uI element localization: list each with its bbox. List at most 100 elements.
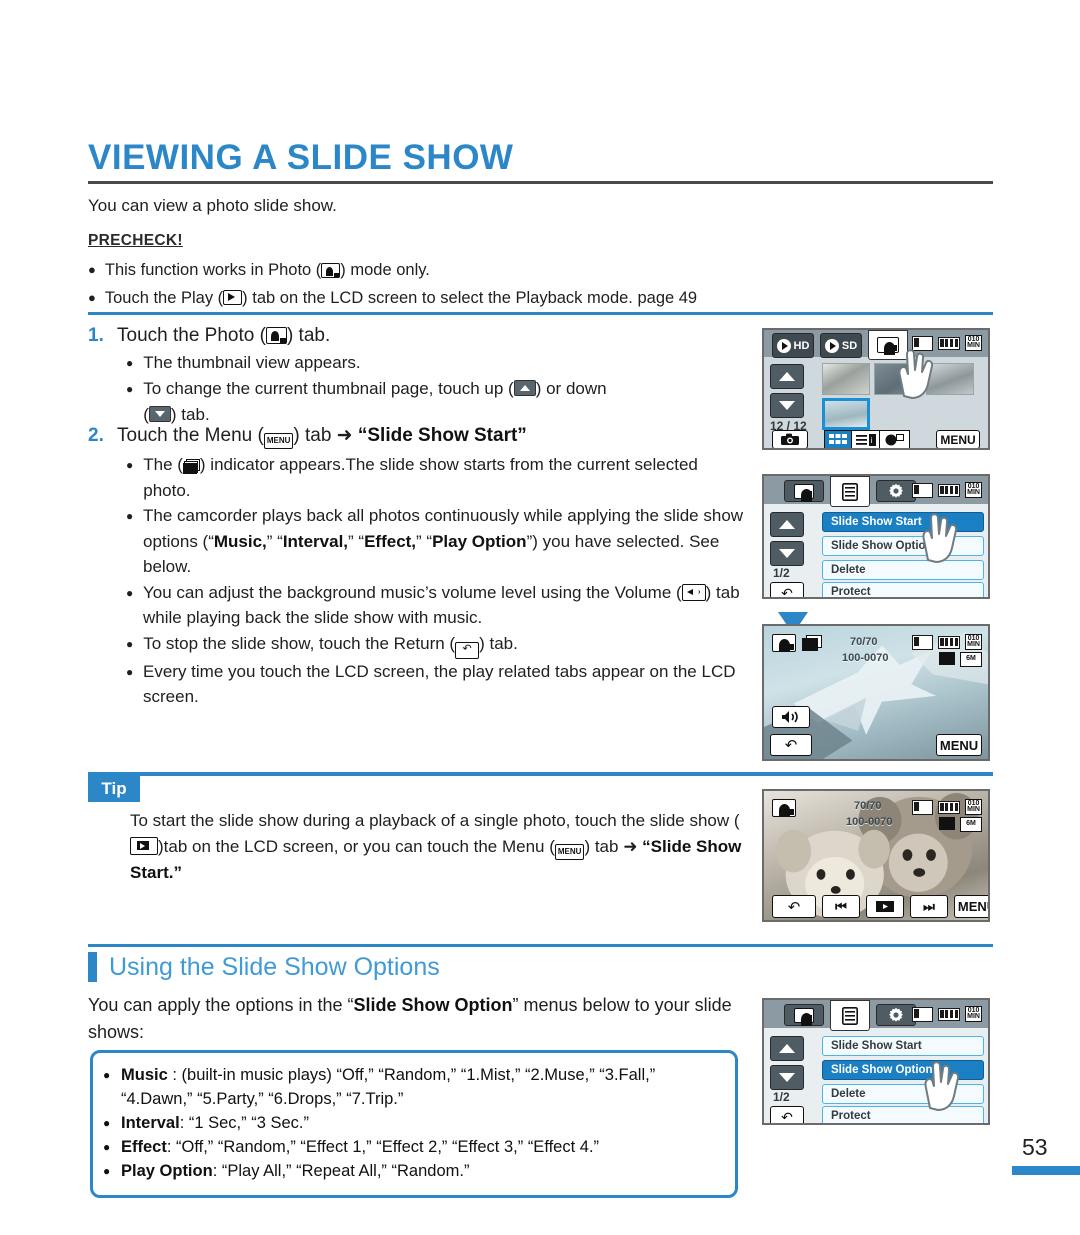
precheck-heading: PRECHECK!: [88, 232, 183, 249]
return-button[interactable]: ↶: [770, 734, 812, 756]
memory-card-icon: [912, 335, 934, 351]
thumbnail-photo-2[interactable]: [874, 363, 922, 395]
list-item: ● The () indicator appears.The slide sho…: [126, 452, 748, 503]
return-button[interactable]: ↶: [770, 1106, 804, 1123]
quality-icon: [939, 817, 955, 830]
screen2-status-icons: 010 MIN: [912, 482, 982, 498]
tab-menu-list[interactable]: [830, 1000, 870, 1031]
menu-row-slide-show-option[interactable]: Slide Show Option: [822, 536, 984, 556]
memory-card-icon: [912, 799, 934, 815]
list-item: ● Play Option: “Play All,” “Repeat All,”…: [103, 1159, 725, 1183]
scroll-up-button[interactable]: [770, 364, 804, 389]
menu-row-protect[interactable]: Protect: [822, 1106, 984, 1123]
list-item: ● You can adjust the background music’s …: [126, 580, 748, 631]
remaining-time-icon: 010 MIN: [965, 1006, 982, 1022]
step-2-sub-4: To stop the slide show, touch the Return…: [143, 631, 518, 659]
tip-badge: Tip: [88, 776, 140, 802]
photo-tab-icon: [265, 327, 287, 344]
tab-photo[interactable]: [784, 480, 824, 502]
bullet-icon: ●: [103, 1116, 111, 1130]
scroll-up-button[interactable]: [770, 512, 804, 537]
scroll-down-button[interactable]: [770, 393, 804, 418]
menu-button[interactable]: MENU: [936, 734, 982, 756]
section-intro: You can apply the options in the “Slide …: [88, 995, 732, 1042]
view-mode-group: i: [824, 430, 910, 448]
menu-row-delete[interactable]: Delete: [822, 560, 984, 580]
menu-row-slide-show-start[interactable]: Slide Show Start: [822, 1036, 984, 1056]
tab-photo[interactable]: [868, 330, 908, 360]
list-menu-icon: [842, 1006, 858, 1025]
intro-text: You can view a photo slide show.: [88, 196, 337, 215]
tab-hd[interactable]: HD: [772, 333, 814, 358]
previous-button[interactable]: ⏮: [822, 895, 860, 918]
grid-view-button[interactable]: [824, 430, 852, 448]
remaining-time-icon: 010 MIN: [965, 634, 982, 650]
remaining-time-icon: 010 MIN: [965, 799, 982, 815]
list-view-button[interactable]: i: [852, 430, 880, 448]
menu-row-slide-show-start[interactable]: Slide Show Start: [822, 512, 984, 532]
screen5-nav: [770, 1036, 804, 1094]
option-effect: Effect: “Off,” “Random,” “Effect 1,” “Ef…: [121, 1138, 600, 1156]
return-button[interactable]: ↶: [770, 582, 804, 597]
bullet-icon: ●: [103, 1140, 111, 1154]
step-1-sub-2: To change the current thumbnail page, to…: [143, 379, 607, 424]
chevron-down-icon: [779, 1073, 795, 1082]
screen2-nav: [770, 512, 804, 570]
scroll-down-button[interactable]: [770, 1065, 804, 1090]
options-box: ● Music : (built-in music plays) “Off,” …: [90, 1050, 738, 1198]
photo-mode-icon: [772, 634, 796, 652]
tab-settings[interactable]: [876, 480, 916, 502]
scroll-up-button[interactable]: [770, 1036, 804, 1061]
camera-icon: [781, 433, 799, 445]
step-1: 1. Touch the Photo () tab.: [88, 322, 748, 350]
menu-row-slide-show-option[interactable]: Slide Show Option: [822, 1060, 984, 1080]
slideshow-play-button[interactable]: [866, 895, 904, 918]
screen4-status-icons: 010 MIN: [912, 799, 982, 815]
menu-page-indicator: 1/2: [773, 1090, 790, 1104]
play-icon: [824, 338, 839, 353]
slideshow-indicator-icon: [182, 459, 200, 474]
title-underline: [88, 181, 993, 184]
screen3-status-icons-row2: 6M: [939, 652, 982, 667]
slideshow-icon: [876, 901, 894, 912]
scroll-down-button[interactable]: [770, 541, 804, 566]
thumbnail-photo-1[interactable]: [822, 363, 870, 395]
tab-photo[interactable]: [784, 1004, 824, 1026]
menu-button[interactable]: MENU: [954, 895, 988, 918]
thumbnail-photo-3[interactable]: [926, 363, 974, 395]
gear-icon: [889, 483, 903, 498]
menu-row-protect[interactable]: Protect: [822, 582, 984, 597]
next-button[interactable]: ⏭: [910, 895, 948, 918]
bullet-icon: ●: [126, 585, 134, 600]
highlight-view-button[interactable]: [880, 430, 910, 448]
manual-page: VIEWING A SLIDE SHOW You can view a phot…: [0, 0, 1080, 1235]
tab-sd[interactable]: SD: [820, 333, 862, 358]
slideshow-file-number: 100-0070: [842, 652, 889, 664]
step-2-number: 2.: [88, 425, 104, 446]
photo-icon: [794, 1007, 814, 1026]
bullet-icon: ●: [103, 1068, 111, 1082]
screen4-status-icons-row2: 6M: [939, 817, 982, 832]
tab-settings[interactable]: [876, 1004, 916, 1026]
tab-menu-list[interactable]: [830, 476, 870, 507]
page-reference: page 49: [637, 289, 698, 307]
photo-mode-icon: [772, 799, 796, 817]
list-item: ● Every time you touch the LCD screen, t…: [126, 659, 748, 710]
photo-mode-icon: [321, 263, 341, 278]
thumbnail-photo-4-selected[interactable]: [822, 398, 870, 430]
section-heading-block: Using the Slide Show Options: [88, 952, 440, 982]
battery-icon: [938, 483, 961, 497]
resolution-icon: 6M: [960, 652, 982, 667]
screen3-status-icons: 010 MIN: [912, 634, 982, 650]
step-2: 2. Touch the Menu (MENU) tab ➜ “Slide Sh…: [88, 422, 748, 450]
photo-icon: [877, 337, 899, 355]
camera-mode-button[interactable]: [772, 430, 808, 448]
screen1-nav: [770, 364, 804, 422]
svg-text:i: i: [870, 436, 872, 445]
menu-button[interactable]: MENU: [936, 430, 980, 448]
page-title-block: VIEWING A SLIDE SHOW: [88, 138, 993, 184]
menu-row-delete[interactable]: Delete: [822, 1084, 984, 1104]
return-button[interactable]: ↶: [772, 895, 816, 918]
volume-button[interactable]: [772, 706, 810, 728]
highlight-icon: [885, 434, 904, 446]
